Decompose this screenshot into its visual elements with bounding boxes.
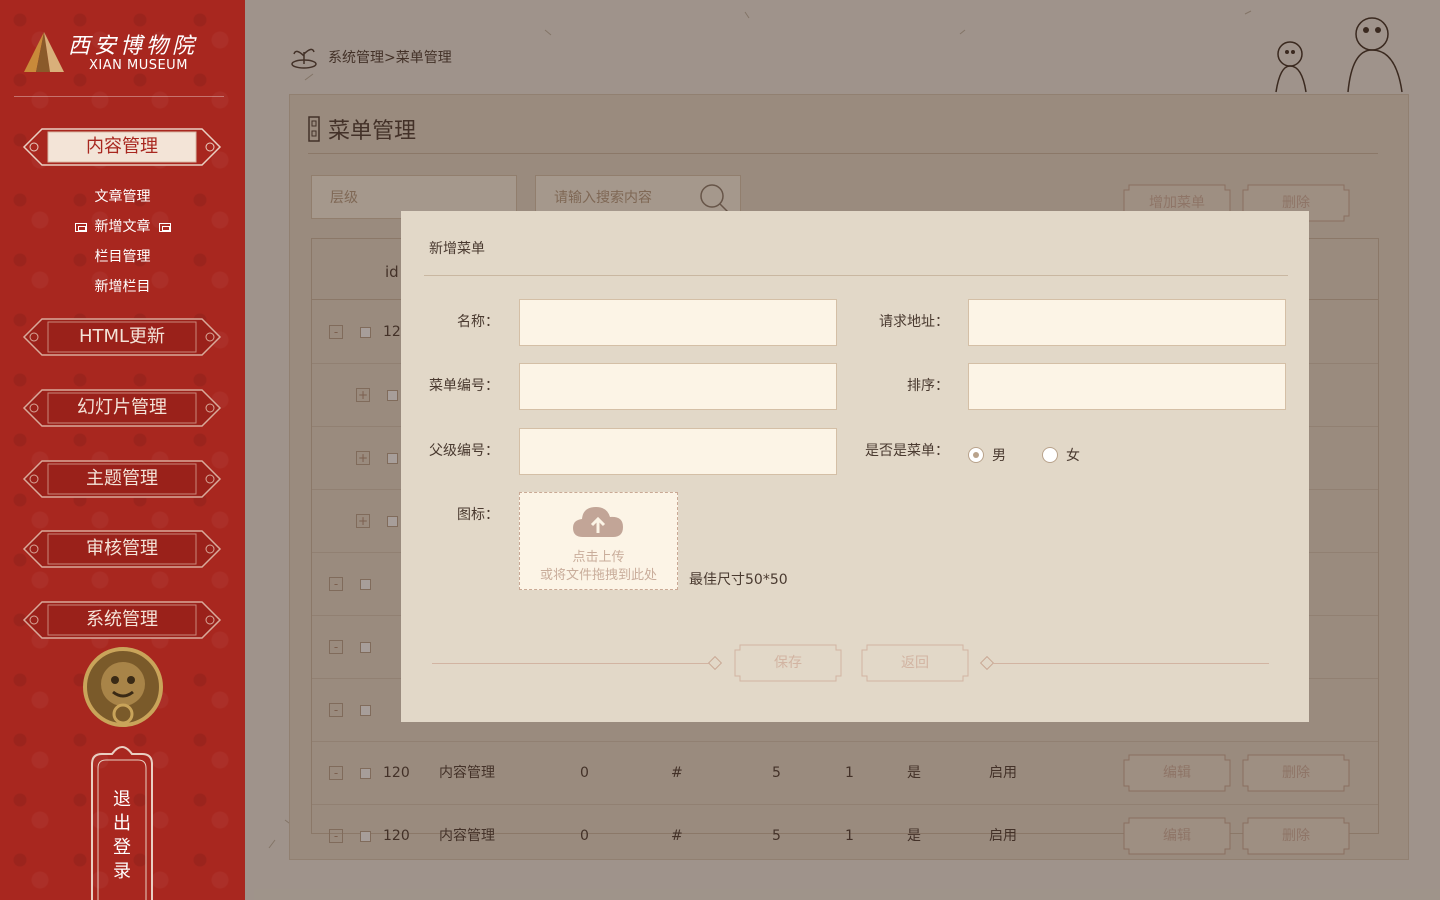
sort-input[interactable] <box>968 363 1286 410</box>
menu-code-label: 菜单编号： <box>429 378 499 394</box>
sidebar-item-article-manage[interactable]: 文章管理 <box>0 187 245 207</box>
radio-option-female[interactable]: 女 <box>1042 445 1080 465</box>
dialog-divider <box>424 275 1288 276</box>
sort-label: 排序： <box>907 378 949 394</box>
icon-upload-dropzone[interactable]: 点击上传 或将文件拖拽到此处 <box>519 492 678 590</box>
sidebar-item-new-column[interactable]: 新增栏目 <box>0 277 245 297</box>
bracket-right-icon <box>158 222 171 232</box>
save-button[interactable]: 保存 <box>734 644 842 682</box>
sidebar-divider <box>14 96 224 97</box>
name-input[interactable] <box>519 299 837 346</box>
request-url-label: 请求地址： <box>879 314 949 330</box>
parent-code-input[interactable] <box>519 428 837 475</box>
name-label: 名称： <box>457 314 499 330</box>
sidebar-section-content[interactable]: 内容管理 <box>22 127 222 167</box>
icon-label: 图标： <box>457 507 499 523</box>
radio-option-male[interactable]: 男 <box>968 445 1006 465</box>
request-url-input[interactable] <box>968 299 1286 346</box>
sidebar-section-system[interactable]: 系统管理 <box>22 600 222 640</box>
diamond-ornament-icon <box>979 655 995 671</box>
museum-logo[interactable]: 西安博物院 XIAN MUSEUM <box>22 28 222 78</box>
sidebar-section-theme[interactable]: 主题管理 <box>22 459 222 499</box>
menu-code-input[interactable] <box>519 363 837 410</box>
sidebar-item-new-article[interactable]: 新增文章 <box>0 217 245 237</box>
bracket-left-icon <box>74 222 87 232</box>
size-hint: 最佳尺寸50*50 <box>689 572 788 588</box>
sidebar: 西安博物院 XIAN MUSEUM 内容管理 文章管理 新增文章 栏目管理 新增… <box>0 0 245 900</box>
cloud-upload-icon <box>573 507 623 537</box>
diamond-ornament-icon <box>707 655 723 671</box>
back-button[interactable]: 返回 <box>861 644 969 682</box>
logo-mark-icon <box>24 32 64 72</box>
sidebar-section-html-update[interactable]: HTML更新 <box>22 317 222 357</box>
logout-label: 退 出 登 录 <box>113 789 131 882</box>
sidebar-section-label: HTML更新 <box>78 326 166 347</box>
footer-line-left <box>432 663 710 664</box>
sidebar-section-label: 系统管理 <box>86 609 158 630</box>
sidebar-item-column-manage[interactable]: 栏目管理 <box>0 247 245 267</box>
sidebar-section-review[interactable]: 审核管理 <box>22 529 222 569</box>
add-menu-dialog: 新增菜单 名称： 请求地址： 菜单编号： 排序： 父级编号： 是否是菜单： 男 … <box>401 211 1309 722</box>
logo-cn-text: 西安博物院 <box>68 34 199 59</box>
sidebar-section-label: 内容管理 <box>86 136 158 157</box>
is-menu-label: 是否是菜单： <box>865 443 949 459</box>
footer-line-right <box>993 663 1269 664</box>
radio-unchecked-icon <box>1042 447 1058 463</box>
logo-en-text: XIAN MUSEUM <box>89 58 188 73</box>
logout-button[interactable]: 退 出 登 录 <box>88 740 156 900</box>
sidebar-section-label: 幻灯片管理 <box>77 397 167 418</box>
dialog-title: 新增菜单 <box>429 241 485 257</box>
radio-checked-icon <box>968 447 984 463</box>
sidebar-section-label: 主题管理 <box>86 468 158 489</box>
parent-code-label: 父级编号： <box>429 443 499 459</box>
upload-text-1: 点击上传 <box>572 550 625 565</box>
sidebar-section-slides[interactable]: 幻灯片管理 <box>22 388 222 428</box>
door-knocker-icon <box>83 647 163 727</box>
sidebar-section-label: 审核管理 <box>86 538 158 559</box>
upload-text-2: 或将文件拖拽到此处 <box>539 568 657 583</box>
